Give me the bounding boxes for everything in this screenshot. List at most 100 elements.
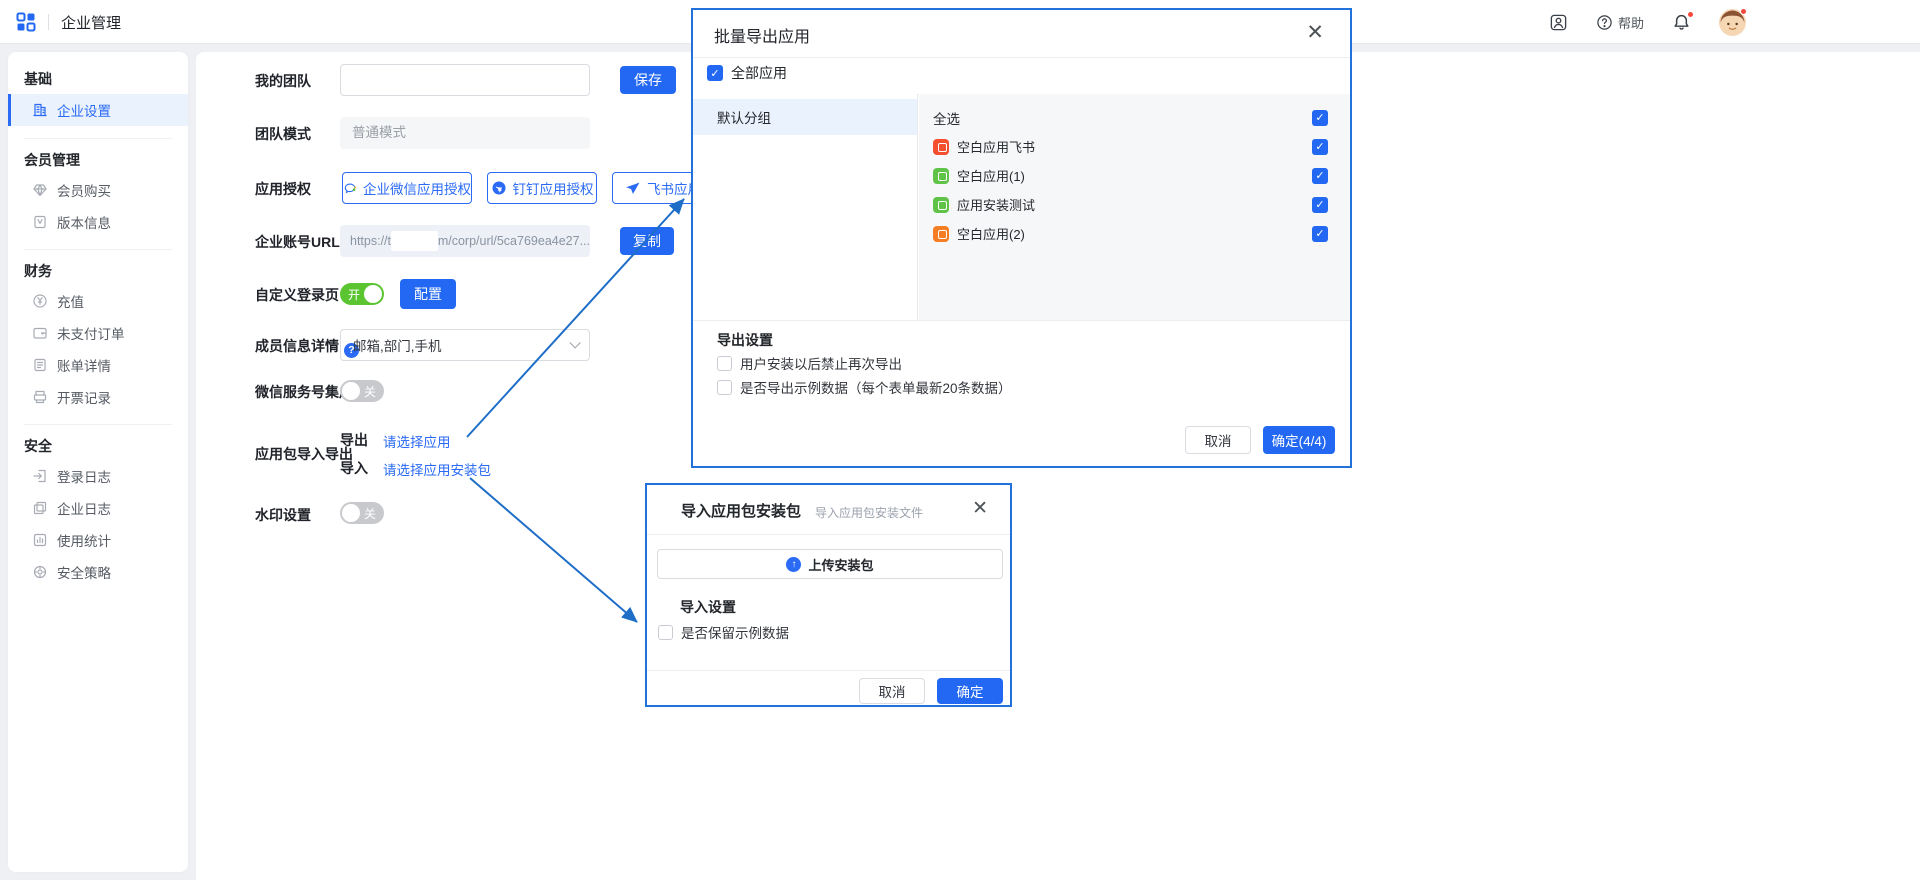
confirm-button[interactable]: 确定 bbox=[937, 678, 1003, 704]
diamond-icon bbox=[32, 182, 48, 198]
cancel-button[interactable]: 取消 bbox=[1185, 426, 1251, 454]
app-row[interactable]: 空白应用(1) bbox=[919, 161, 1350, 190]
wechat-service-toggle[interactable]: 关 bbox=[340, 380, 384, 402]
sidebar-item-invoice-records[interactable]: 开票记录 bbox=[8, 382, 188, 412]
app-checkbox[interactable] bbox=[1312, 226, 1328, 242]
stats-icon bbox=[32, 532, 48, 548]
select-app-package-link[interactable]: 请选择应用安装包 bbox=[383, 459, 491, 479]
save-button[interactable]: 保存 bbox=[620, 66, 676, 94]
redacted-segment bbox=[391, 231, 438, 251]
building-icon bbox=[32, 102, 48, 118]
wechat-service-label: 微信服务号集成 bbox=[255, 382, 353, 402]
copy-button[interactable]: 复制 bbox=[620, 227, 674, 255]
sidebar-item-bill-details[interactable]: 账单详情 bbox=[8, 350, 188, 380]
sidebar: 基础 企业设置 会员管理 会员购买 版本信息 财务 充值 未支付订单 bbox=[8, 52, 188, 872]
all-apps-checkbox[interactable] bbox=[707, 65, 723, 81]
sidebar-item-label: 企业设置 bbox=[57, 100, 111, 120]
team-mode-label: 团队模式 bbox=[255, 124, 311, 144]
sidebar-item-label: 安全策略 bbox=[57, 562, 111, 582]
app-row[interactable]: 空白应用飞书 bbox=[919, 132, 1350, 161]
app-checkbox[interactable] bbox=[1312, 197, 1328, 213]
apps-grid-icon[interactable] bbox=[16, 12, 36, 32]
dingtalk-icon bbox=[491, 180, 507, 196]
sidebar-item-label: 登录日志 bbox=[57, 466, 111, 486]
sidebar-section-basic: 基础 bbox=[8, 66, 188, 92]
corp-url-prefix: https://t bbox=[350, 234, 391, 248]
option-label: 是否保留示例数据 bbox=[681, 622, 789, 642]
sidebar-item-label: 未支付订单 bbox=[57, 323, 125, 343]
team-name-input[interactable] bbox=[340, 64, 590, 96]
modal-divider bbox=[647, 670, 1010, 671]
upload-package-button[interactable]: ↑ 上传安装包 bbox=[657, 549, 1003, 579]
sidebar-item-unpaid-orders[interactable]: 未支付订单 bbox=[8, 318, 188, 348]
app-name: 空白应用(2) bbox=[957, 224, 1025, 243]
wecom-icon bbox=[343, 180, 357, 197]
sidebar-item-enterprise-logs[interactable]: 企业日志 bbox=[8, 493, 188, 523]
app-list-panel: 全选 空白应用飞书 空白应用(1) 应用安装测试 空白应用(2) bbox=[919, 94, 1350, 320]
watermark-label: 水印设置 bbox=[255, 505, 311, 525]
export-sample-data-checkbox[interactable] bbox=[717, 380, 732, 395]
configure-button[interactable]: 配置 bbox=[400, 279, 456, 309]
disable-reexport-checkbox[interactable] bbox=[717, 356, 732, 371]
all-apps-label: 全部应用 bbox=[731, 63, 787, 83]
sidebar-item-label: 会员购买 bbox=[57, 180, 111, 200]
notification-bell-icon[interactable] bbox=[1672, 13, 1691, 32]
group-item-default[interactable]: 默认分组 bbox=[693, 99, 917, 135]
app-row[interactable]: 应用安装测试 bbox=[919, 190, 1350, 219]
option-label: 是否导出示例数据（每个表单最新20条数据） bbox=[740, 377, 1012, 397]
corp-url-label: 企业账号URL bbox=[255, 232, 340, 252]
cancel-button[interactable]: 取消 bbox=[859, 678, 925, 704]
wallet-icon bbox=[32, 325, 48, 341]
invoice-icon bbox=[32, 389, 48, 405]
dingtalk-auth-button[interactable]: 钉钉应用授权 bbox=[487, 172, 597, 204]
sidebar-divider bbox=[24, 424, 172, 425]
member-card-icon[interactable] bbox=[1549, 13, 1568, 32]
toggle-knob bbox=[342, 382, 360, 400]
app-icon bbox=[933, 139, 949, 155]
sidebar-item-label: 版本信息 bbox=[57, 212, 111, 232]
member-info-select[interactable]: 邮箱,部门,手机 bbox=[340, 329, 590, 361]
modal-divider bbox=[647, 534, 1010, 535]
select-all-row[interactable]: 全选 bbox=[919, 103, 1350, 132]
my-team-label: 我的团队 bbox=[255, 71, 311, 91]
close-icon[interactable]: ✕ bbox=[1306, 22, 1324, 43]
sidebar-item-login-logs[interactable]: 登录日志 bbox=[8, 461, 188, 491]
team-mode-value: 普通模式 bbox=[340, 117, 590, 149]
wecom-auth-button[interactable]: 企业微信应用授权 bbox=[342, 172, 472, 204]
close-icon[interactable]: ✕ bbox=[972, 499, 988, 518]
sidebar-item-version-info[interactable]: 版本信息 bbox=[8, 207, 188, 237]
notification-badge bbox=[1687, 11, 1694, 18]
toggle-knob bbox=[364, 285, 382, 303]
sidebar-section-finance: 财务 bbox=[8, 258, 188, 284]
select-all-checkbox[interactable] bbox=[1312, 110, 1328, 126]
confirm-button[interactable]: 确定(4/4) bbox=[1263, 426, 1335, 454]
help-button[interactable]: 帮助 bbox=[1596, 13, 1644, 32]
sidebar-item-label: 充值 bbox=[57, 291, 84, 311]
sidebar-divider bbox=[24, 249, 172, 250]
chevron-down-icon bbox=[569, 337, 580, 348]
custom-login-toggle[interactable]: 开 bbox=[340, 283, 384, 305]
watermark-toggle[interactable]: 关 bbox=[340, 502, 384, 524]
member-info-label-text: 成员信息详情 bbox=[255, 338, 339, 354]
org-log-icon bbox=[32, 500, 48, 516]
select-app-link[interactable]: 请选择应用 bbox=[383, 431, 451, 451]
header-divider bbox=[48, 14, 49, 30]
app-checkbox[interactable] bbox=[1312, 168, 1328, 184]
sidebar-item-label: 开票记录 bbox=[57, 387, 111, 407]
keep-sample-data-checkbox[interactable] bbox=[658, 625, 673, 640]
app-row[interactable]: 空白应用(2) bbox=[919, 219, 1350, 248]
coin-yuan-icon bbox=[32, 293, 48, 309]
avatar-badge bbox=[1740, 8, 1747, 15]
sidebar-item-member-purchase[interactable]: 会员购买 bbox=[8, 175, 188, 205]
sidebar-item-enterprise-settings[interactable]: 企业设置 bbox=[8, 94, 188, 126]
sidebar-section-membership: 会员管理 bbox=[8, 147, 188, 173]
user-avatar[interactable] bbox=[1719, 9, 1746, 36]
sidebar-item-security-policy[interactable]: 安全策略 bbox=[8, 557, 188, 587]
group-list-panel: 默认分组 bbox=[693, 94, 918, 320]
wecom-auth-label: 企业微信应用授权 bbox=[363, 178, 471, 198]
app-checkbox[interactable] bbox=[1312, 139, 1328, 155]
sidebar-item-recharge[interactable]: 充值 bbox=[8, 286, 188, 316]
sidebar-item-usage-stats[interactable]: 使用统计 bbox=[8, 525, 188, 555]
app-package-label: 应用包导入导出 bbox=[255, 444, 353, 464]
export-settings-title: 导出设置 bbox=[717, 330, 773, 350]
